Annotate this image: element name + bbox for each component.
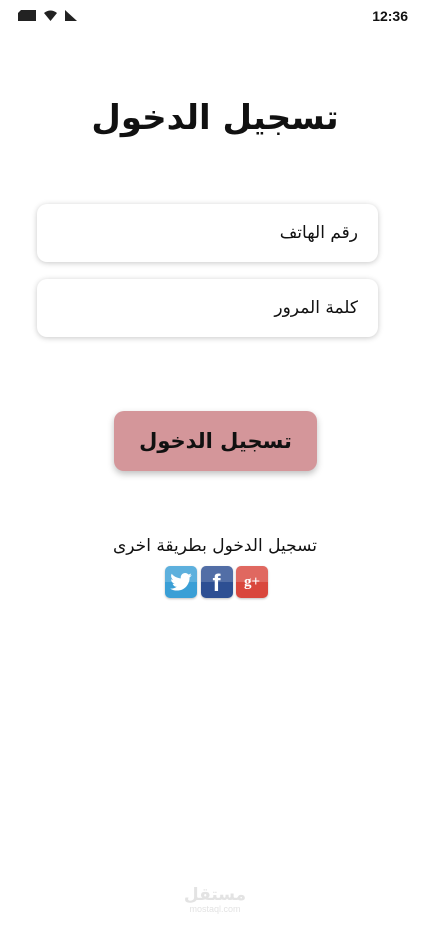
sim-card-icon	[18, 10, 36, 21]
twitter-icon	[170, 573, 192, 591]
signal-icon	[65, 10, 77, 21]
page-title: تسجيل الدخول	[91, 98, 339, 138]
social-login-row: f g+	[165, 566, 268, 599]
watermark-logo: مستقل	[183, 885, 247, 905]
phone-input[interactable]	[37, 204, 378, 262]
status-bar: 12:36	[0, 0, 430, 32]
login-button[interactable]: تسجيل الدخول	[114, 411, 317, 471]
password-field-container	[37, 279, 378, 337]
watermark: مستقل mostaql.com	[0, 886, 430, 914]
twitter-login-button[interactable]	[165, 566, 197, 598]
facebook-icon: f	[212, 570, 221, 597]
google-plus-login-button[interactable]: g+	[236, 566, 268, 598]
phone-field-container	[37, 204, 378, 262]
password-input[interactable]	[37, 279, 378, 337]
google-plus-icon: g+	[243, 573, 261, 590]
wifi-icon	[44, 10, 57, 21]
watermark-subtext: mostaql.com	[189, 904, 241, 914]
status-time: 12:36	[372, 8, 408, 24]
facebook-login-button[interactable]: f	[200, 566, 233, 598]
alt-login-text: تسجيل الدخول بطريقة اخرى	[113, 536, 317, 556]
status-icons	[18, 10, 77, 21]
